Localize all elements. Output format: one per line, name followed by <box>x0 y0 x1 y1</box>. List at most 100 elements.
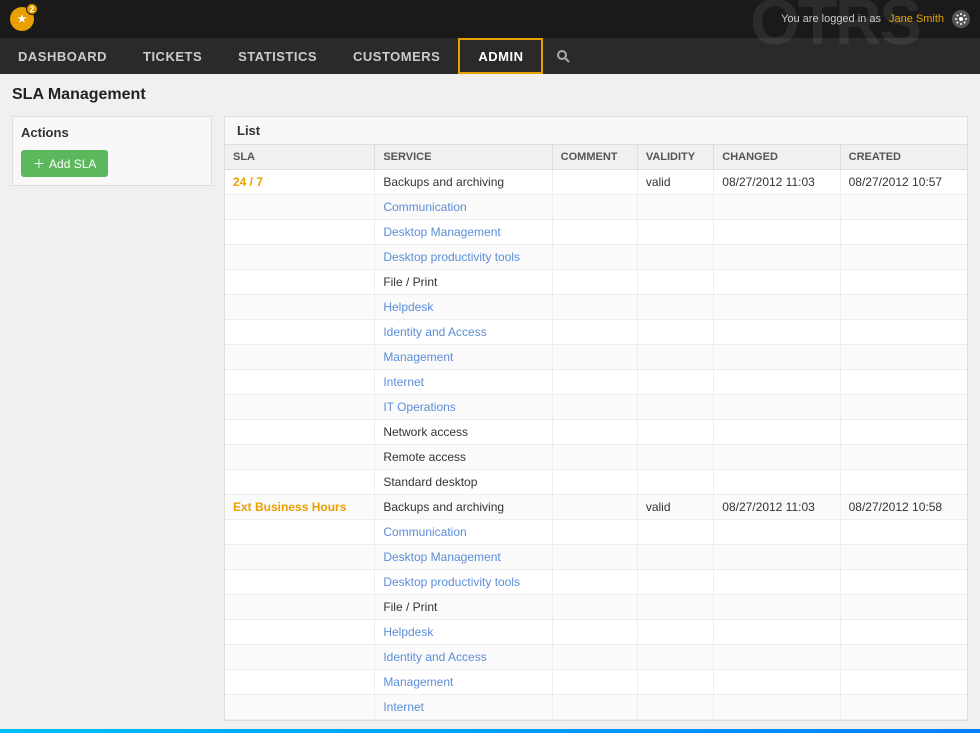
cell-changed: 08/27/2012 11:03 <box>714 170 840 195</box>
cell-changed <box>714 595 840 620</box>
cell-service[interactable]: Internet <box>375 695 552 720</box>
cell-service[interactable]: Identity and Access <box>375 320 552 345</box>
cell-changed <box>714 695 840 720</box>
cell-validity <box>637 320 713 345</box>
table-row: Communication <box>225 195 967 220</box>
cell-service[interactable]: Identity and Access <box>375 645 552 670</box>
cell-validity <box>637 470 713 495</box>
table-row: IT Operations <box>225 395 967 420</box>
nav-dashboard[interactable]: DASHBOARD <box>0 38 125 74</box>
cell-validity <box>637 220 713 245</box>
cell-service[interactable]: Communication <box>375 520 552 545</box>
cell-service[interactable]: Desktop productivity tools <box>375 245 552 270</box>
cell-service: Network access <box>375 420 552 445</box>
cell-service: Standard desktop <box>375 470 552 495</box>
table-row: File / Print <box>225 595 967 620</box>
cell-service[interactable]: Helpdesk <box>375 295 552 320</box>
cell-changed: 08/27/2012 11:03 <box>714 495 840 520</box>
cell-service[interactable]: Desktop productivity tools <box>375 570 552 595</box>
cell-sla <box>225 320 375 345</box>
cell-service: Backups and archiving <box>375 170 552 195</box>
list-area: List SLA SERVICE COMMENT VALIDITY CHANGE… <box>224 116 968 721</box>
sidebar-title: Actions <box>21 125 203 140</box>
settings-icon[interactable] <box>952 10 970 28</box>
cell-service[interactable]: Desktop Management <box>375 220 552 245</box>
cell-validity <box>637 695 713 720</box>
cell-created <box>840 470 967 495</box>
sla-table: SLA SERVICE COMMENT VALIDITY CHANGED CRE… <box>225 145 967 720</box>
cell-sla <box>225 420 375 445</box>
nav-statistics[interactable]: STATISTICS <box>220 38 335 74</box>
cell-created <box>840 245 967 270</box>
search-button[interactable] <box>543 38 583 74</box>
page-title: SLA Management <box>12 86 968 104</box>
avatar[interactable]: ★ 2 <box>10 7 34 31</box>
add-sla-button[interactable]: ＋ Add SLA <box>21 150 108 177</box>
cell-service[interactable]: Communication <box>375 195 552 220</box>
table-row: Remote access <box>225 445 967 470</box>
cell-validity <box>637 645 713 670</box>
cell-sla <box>225 245 375 270</box>
cell-created <box>840 445 967 470</box>
cell-changed <box>714 395 840 420</box>
cell-changed <box>714 445 840 470</box>
cell-validity <box>637 595 713 620</box>
cell-changed <box>714 520 840 545</box>
col-service: SERVICE <box>375 145 552 170</box>
cell-validity <box>637 195 713 220</box>
cell-changed <box>714 470 840 495</box>
table-row: Standard desktop <box>225 470 967 495</box>
table-row: Internet <box>225 370 967 395</box>
cell-sla <box>225 520 375 545</box>
table-row: File / Print <box>225 270 967 295</box>
cell-created <box>840 270 967 295</box>
cell-changed <box>714 645 840 670</box>
cell-comment <box>552 545 637 570</box>
cell-service[interactable]: Management <box>375 345 552 370</box>
table-row: Network access <box>225 420 967 445</box>
cell-created <box>840 545 967 570</box>
table-row: 24 / 7Backups and archiving valid08/27/20… <box>225 170 967 195</box>
cell-validity: valid <box>637 170 713 195</box>
table-row: Helpdesk <box>225 620 967 645</box>
cell-validity <box>637 395 713 420</box>
cell-service: Backups and archiving <box>375 495 552 520</box>
cell-service[interactable]: Desktop Management <box>375 545 552 570</box>
cell-comment <box>552 420 637 445</box>
table-row: Management <box>225 345 967 370</box>
main-area: Actions ＋ Add SLA List SLA SERVICE COMME… <box>12 116 968 721</box>
cell-validity <box>637 570 713 595</box>
cell-service[interactable]: IT Operations <box>375 395 552 420</box>
cell-sla[interactable]: 24 / 7 <box>225 170 375 195</box>
cell-comment <box>552 620 637 645</box>
cell-created <box>840 570 967 595</box>
cell-changed <box>714 545 840 570</box>
cell-service[interactable]: Internet <box>375 370 552 395</box>
table-row: Management <box>225 670 967 695</box>
cell-validity <box>637 295 713 320</box>
nav-customers[interactable]: CUSTOMERS <box>335 38 458 74</box>
cell-created <box>840 670 967 695</box>
table-row: Desktop productivity tools <box>225 570 967 595</box>
nav-admin[interactable]: ADMIN <box>458 38 543 74</box>
nav-tickets[interactable]: TICKETS <box>125 38 220 74</box>
topbar-right: You are logged in as Jane Smith <box>781 10 970 28</box>
cell-comment <box>552 695 637 720</box>
cell-sla <box>225 220 375 245</box>
cell-sla[interactable]: Ext Business Hours <box>225 495 375 520</box>
cell-service[interactable]: Helpdesk <box>375 620 552 645</box>
cell-created <box>840 395 967 420</box>
cell-created <box>840 195 967 220</box>
cell-comment <box>552 370 637 395</box>
cell-comment <box>552 195 637 220</box>
cell-validity <box>637 270 713 295</box>
cell-changed <box>714 195 840 220</box>
cell-created <box>840 370 967 395</box>
cell-sla <box>225 370 375 395</box>
bottom-bar <box>0 729 980 733</box>
table-row: Desktop productivity tools <box>225 245 967 270</box>
cell-service[interactable]: Management <box>375 670 552 695</box>
cell-sla <box>225 620 375 645</box>
cell-created <box>840 345 967 370</box>
cell-service: Remote access <box>375 445 552 470</box>
